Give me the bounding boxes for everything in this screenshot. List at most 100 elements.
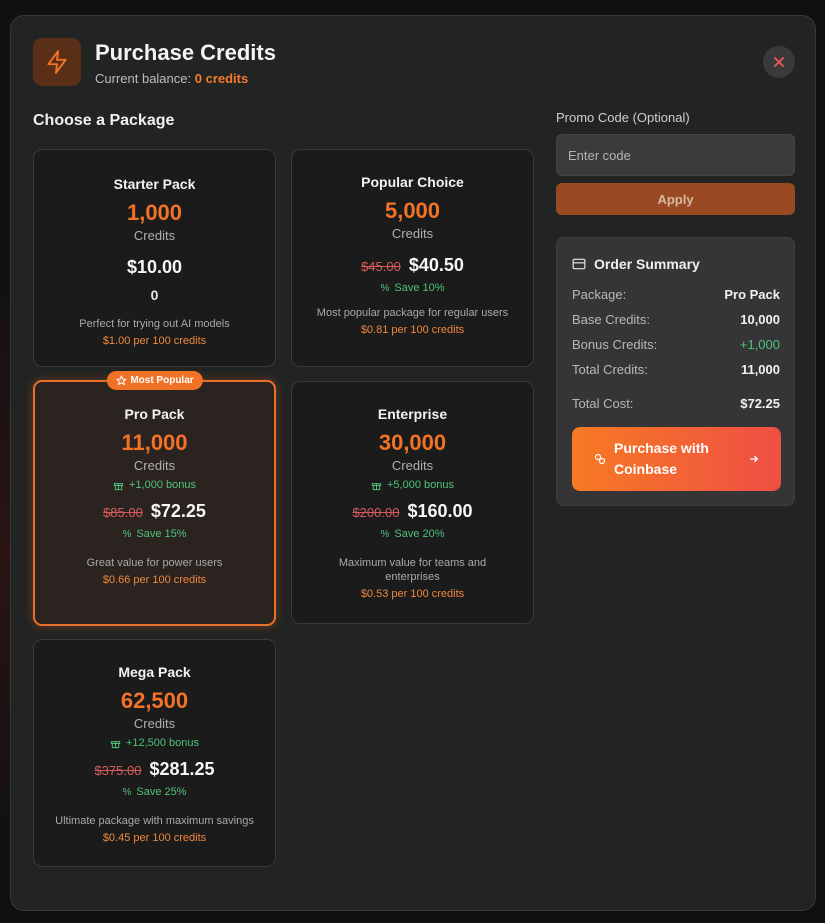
package-credits-amount: 11,000 bbox=[121, 430, 188, 455]
order-summary-heading: Order Summary bbox=[572, 256, 700, 272]
package-rate: $1.00 per 100 credits bbox=[102, 335, 207, 347]
close-x-icon bbox=[774, 57, 784, 67]
purchase-button-label: Purchase with Coinbase bbox=[614, 440, 709, 477]
summary-label: Bonus Credits: bbox=[572, 337, 658, 352]
package-credits-unit: Credits bbox=[391, 226, 434, 241]
package-name: Mega Pack bbox=[118, 664, 191, 680]
apply-promo-button[interactable]: Apply bbox=[556, 183, 795, 215]
choose-package-heading: Choose a Package bbox=[33, 112, 175, 129]
package-name: Popular Choice bbox=[361, 174, 464, 190]
package-description: Ultimate package with maximum savings bbox=[55, 815, 254, 827]
arrow-right-icon bbox=[750, 455, 759, 463]
package-original-price: $200.00 bbox=[352, 505, 400, 520]
modal-header: Purchase Credits Current balance: 0 cred… bbox=[33, 38, 795, 88]
summary-value: Pro Pack bbox=[724, 287, 780, 302]
package-original-price: $375.00 bbox=[94, 763, 142, 778]
close-button[interactable] bbox=[763, 46, 795, 78]
percent-icon: % bbox=[380, 282, 390, 294]
price-row: $45.00 $40.50 bbox=[292, 255, 533, 276]
summary-row-base-credits: Base Credits: 10,000 bbox=[572, 312, 780, 327]
package-credits-unit: Credits bbox=[133, 458, 176, 473]
package-savings: % Save 10% bbox=[292, 282, 533, 294]
package-original-price: $45.00 bbox=[361, 259, 401, 274]
package-price: $10.00 bbox=[126, 257, 183, 277]
savings-label: Save 15% bbox=[136, 528, 187, 540]
package-credits-amount: 62,500 bbox=[120, 688, 189, 713]
savings-label: Save 20% bbox=[394, 528, 445, 540]
summary-value: +1,000 bbox=[739, 337, 780, 352]
package-price: $281.25 bbox=[149, 759, 215, 779]
package-original-price: $85.00 bbox=[103, 505, 143, 520]
most-popular-badge: Most Popular bbox=[106, 371, 203, 390]
gift-icon bbox=[110, 740, 121, 748]
package-savings: % Save 25% bbox=[34, 786, 275, 798]
order-summary-panel: Order Summary Package: Pro Pack Base Cre… bbox=[556, 237, 795, 506]
promo-code-label: Promo Code (Optional) bbox=[556, 110, 690, 125]
percent-icon: % bbox=[122, 786, 132, 798]
package-rate: $0.66 per 100 credits bbox=[102, 574, 207, 586]
package-credits-amount: 5,000 bbox=[384, 198, 441, 223]
promo-code-input[interactable] bbox=[556, 134, 795, 176]
package-description: Most popular package for regular users bbox=[316, 307, 509, 319]
package-credits-unit: Credits bbox=[133, 716, 176, 731]
bonus-label: +1,000 bonus bbox=[129, 479, 196, 491]
savings-label: Save 10% bbox=[394, 282, 445, 294]
package-name: Starter Pack bbox=[113, 176, 196, 192]
package-description: Maximum value for teams and enterprises bbox=[338, 557, 487, 583]
package-credits-unit: Credits bbox=[133, 228, 176, 243]
current-balance: Current balance: 0 credits bbox=[95, 71, 248, 86]
percent-icon: % bbox=[380, 528, 390, 540]
package-card-popular-choice[interactable]: Popular Choice 5,000 Credits $45.00 $40.… bbox=[291, 149, 534, 367]
package-price: $160.00 bbox=[407, 501, 473, 521]
package-card-starter[interactable]: Starter Pack 1,000 Credits $10.00 0 Perf… bbox=[33, 149, 276, 367]
star-icon bbox=[115, 375, 126, 386]
purchase-credits-modal: Purchase Credits Current balance: 0 cred… bbox=[10, 15, 816, 911]
price-row: $375.00 $281.25 bbox=[34, 759, 275, 780]
gift-icon bbox=[113, 482, 124, 490]
package-rate: $0.53 per 100 credits bbox=[360, 588, 465, 600]
bonus-label: +12,500 bonus bbox=[125, 737, 200, 749]
purchase-with-coinbase-button[interactable]: Purchase with Coinbase bbox=[572, 427, 781, 491]
summary-value: 10,000 bbox=[740, 312, 780, 327]
bonus-label: +5,000 bonus bbox=[387, 479, 454, 491]
package-card-mega[interactable]: Mega Pack 62,500 Credits +12,500 bonus $… bbox=[33, 639, 276, 867]
package-price: $40.50 bbox=[408, 255, 464, 275]
balance-label: Current balance: bbox=[95, 71, 192, 86]
badge-label: Most Popular bbox=[130, 375, 194, 386]
package-description: Great value for power users bbox=[86, 557, 223, 569]
summary-row-total-credits: Total Credits: 11,000 bbox=[572, 362, 780, 377]
package-name: Pro Pack bbox=[124, 406, 185, 422]
package-bonus: +5,000 bonus bbox=[292, 479, 533, 491]
package-card-pro[interactable]: Most Popular Pro Pack 11,000 Credits +1,… bbox=[33, 371, 276, 626]
package-savings: % Save 15% bbox=[35, 528, 274, 540]
package-card-enterprise[interactable]: Enterprise 30,000 Credits +5,000 bonus $… bbox=[291, 381, 534, 624]
coinbase-link-icon bbox=[594, 453, 606, 465]
modal-title: Purchase Credits bbox=[95, 40, 276, 65]
price-row: $10.00 bbox=[34, 257, 275, 278]
balance-value: 0 credits bbox=[194, 71, 249, 86]
percent-icon: % bbox=[122, 528, 132, 540]
package-bonus: +12,500 bonus bbox=[34, 737, 275, 749]
summary-label: Total Credits: bbox=[572, 362, 648, 377]
summary-value: $72.25 bbox=[740, 396, 780, 411]
summary-label: Base Credits: bbox=[572, 312, 651, 327]
package-credits-amount: 30,000 bbox=[378, 430, 447, 455]
package-bonus: 0 bbox=[150, 287, 159, 303]
gift-icon bbox=[371, 482, 382, 490]
price-row: $85.00 $72.25 bbox=[35, 501, 274, 522]
package-price: $72.25 bbox=[150, 501, 206, 521]
summary-row-bonus-credits: Bonus Credits: +1,000 bbox=[572, 337, 780, 352]
order-summary-title: Order Summary bbox=[594, 256, 700, 272]
savings-label: Save 25% bbox=[136, 786, 187, 798]
price-row: $200.00 $160.00 bbox=[292, 501, 533, 522]
package-name: Enterprise bbox=[377, 406, 448, 422]
package-description: Perfect for trying out AI models bbox=[79, 318, 230, 330]
summary-label: Total Cost: bbox=[572, 396, 634, 411]
package-credits-amount: 1,000 bbox=[126, 200, 183, 225]
summary-row-total-cost: Total Cost: $72.25 bbox=[572, 396, 780, 411]
package-savings: % Save 20% bbox=[292, 528, 533, 540]
summary-label: Package: bbox=[572, 287, 627, 302]
package-bonus: +1,000 bonus bbox=[35, 479, 274, 491]
lightning-bolt-icon bbox=[33, 38, 81, 86]
package-rate: $0.45 per 100 credits bbox=[102, 832, 207, 844]
